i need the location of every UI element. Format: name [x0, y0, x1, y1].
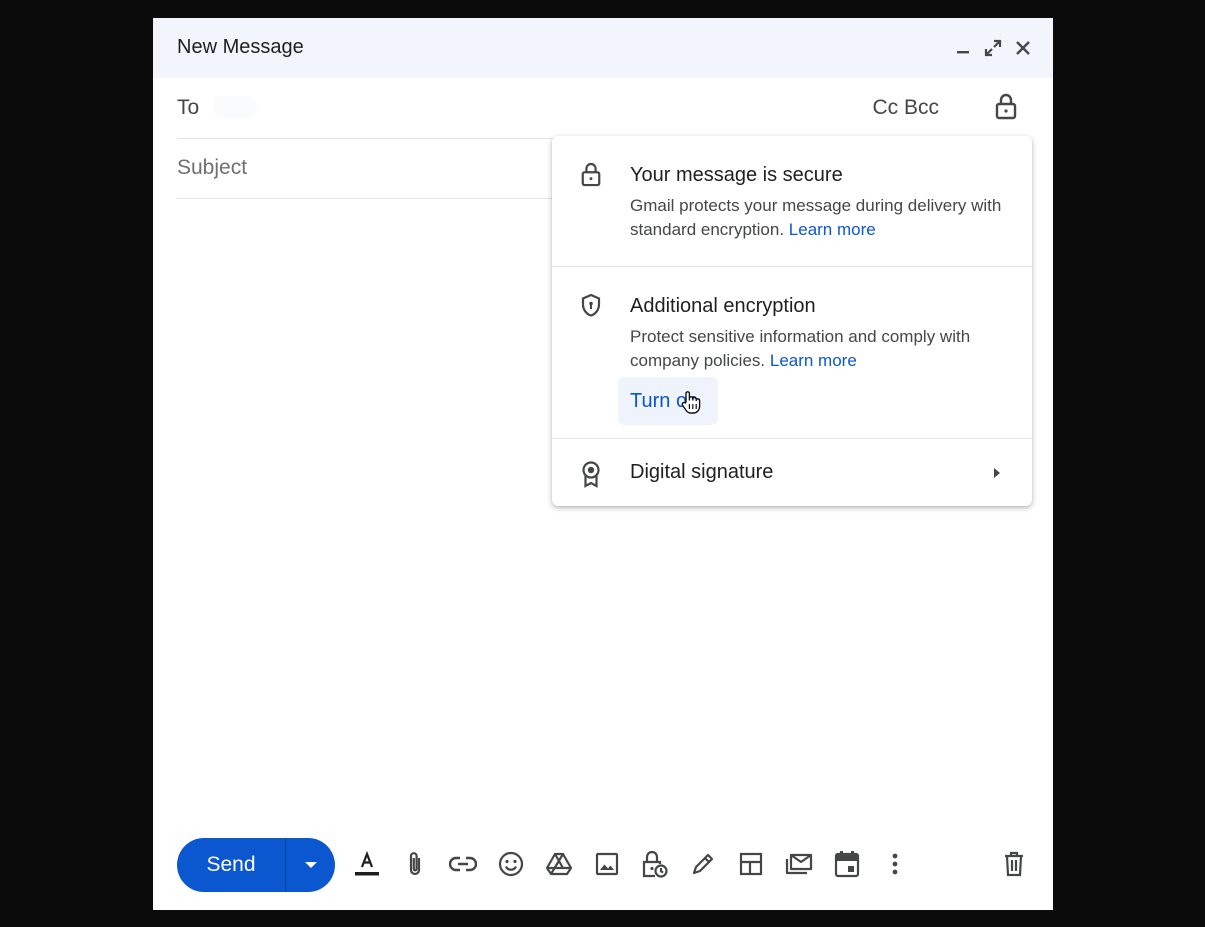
encryption-section: Additional encryption Protect sensitive …	[552, 267, 1032, 439]
compose-toolbar: Send	[153, 818, 1053, 910]
security-popup: Your message is secure Gmail protects yo…	[552, 136, 1032, 506]
encryption-description: Protect sensitive information and comply…	[630, 327, 971, 370]
cc-link[interactable]: Cc	[872, 96, 898, 119]
learn-more-link[interactable]: Learn more	[789, 220, 876, 239]
cc-bcc-links: Cc Bcc	[872, 96, 939, 120]
send-button-group: Send	[177, 838, 335, 892]
formatting-options-icon[interactable]	[350, 847, 384, 881]
recipient-chip[interactable]	[213, 96, 257, 118]
certificate-icon	[576, 459, 606, 489]
to-label: To	[177, 96, 200, 119]
minimize-icon[interactable]	[949, 34, 977, 62]
digital-signature-item[interactable]: Digital signature	[552, 439, 1032, 506]
insert-emoji-icon[interactable]	[494, 847, 528, 881]
close-icon[interactable]	[1009, 34, 1037, 62]
calendar-event-icon[interactable]	[830, 847, 864, 881]
lock-icon[interactable]	[989, 90, 1023, 124]
mail-merge-icon[interactable]	[782, 847, 816, 881]
send-button[interactable]: Send	[177, 838, 285, 892]
more-options-icon[interactable]	[878, 847, 912, 881]
chevron-right-icon	[992, 466, 1002, 485]
encryption-title: Additional encryption	[630, 295, 816, 317]
secure-description: Gmail protects your message during deliv…	[630, 196, 1002, 239]
confidential-mode-icon[interactable]	[638, 847, 672, 881]
learn-more-link[interactable]: Learn more	[770, 351, 857, 370]
discard-draft-icon[interactable]	[997, 847, 1031, 881]
layouts-icon[interactable]	[734, 847, 768, 881]
insert-photo-icon[interactable]	[590, 847, 624, 881]
signature-pen-icon[interactable]	[686, 847, 720, 881]
compose-title: New Message	[177, 36, 304, 58]
digital-signature-title: Digital signature	[630, 461, 774, 483]
lock-icon	[576, 160, 606, 190]
compose-header: New Message	[153, 18, 1053, 78]
full-screen-icon[interactable]	[979, 34, 1007, 62]
shield-icon	[576, 291, 606, 321]
bcc-link[interactable]: Bcc	[904, 96, 939, 119]
send-options-icon[interactable]	[286, 838, 335, 892]
google-drive-icon[interactable]	[542, 847, 576, 881]
hand-cursor-icon	[680, 389, 702, 420]
attach-file-icon[interactable]	[398, 847, 432, 881]
to-row[interactable]: To Cc Bcc	[177, 78, 1029, 139]
secure-section: Your message is secure Gmail protects yo…	[552, 136, 1032, 267]
compose-window: New Message To Cc Bcc Subject Your messa…	[153, 18, 1053, 910]
secure-title: Your message is secure	[630, 164, 843, 186]
insert-link-icon[interactable]	[446, 847, 480, 881]
turn-on-button[interactable]: Turn on	[618, 377, 718, 425]
